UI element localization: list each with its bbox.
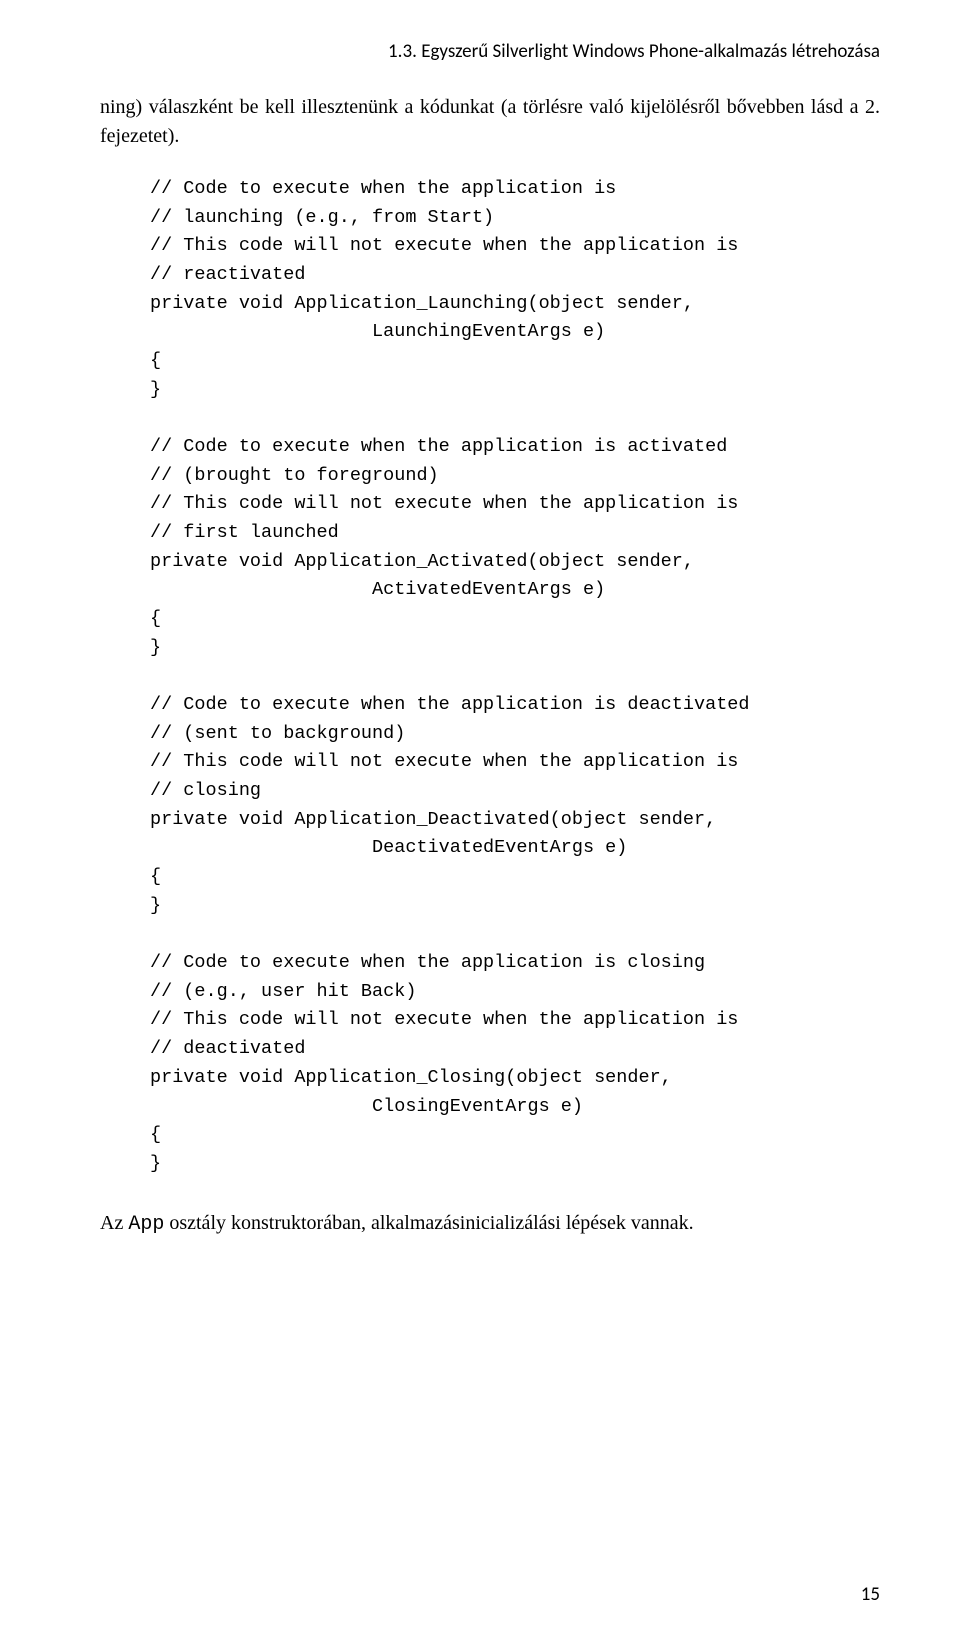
footer-mono: App bbox=[128, 1213, 164, 1236]
page-container: 1.3. Egyszerű Silverlight Windows Phone-… bbox=[0, 0, 960, 1636]
intro-paragraph: ning) válaszként be kell illesztenünk a … bbox=[100, 93, 880, 151]
footer-prefix: Az bbox=[100, 1212, 128, 1234]
footer-suffix: osztály konstruktorában, alkalmazásinici… bbox=[164, 1212, 693, 1234]
page-number: 15 bbox=[861, 1583, 880, 1606]
code-listing: // Code to execute when the application … bbox=[150, 175, 880, 1179]
footer-paragraph: Az App osztály konstruktorában, alkalmaz… bbox=[100, 1209, 880, 1239]
section-header: 1.3. Egyszerű Silverlight Windows Phone-… bbox=[100, 40, 880, 63]
